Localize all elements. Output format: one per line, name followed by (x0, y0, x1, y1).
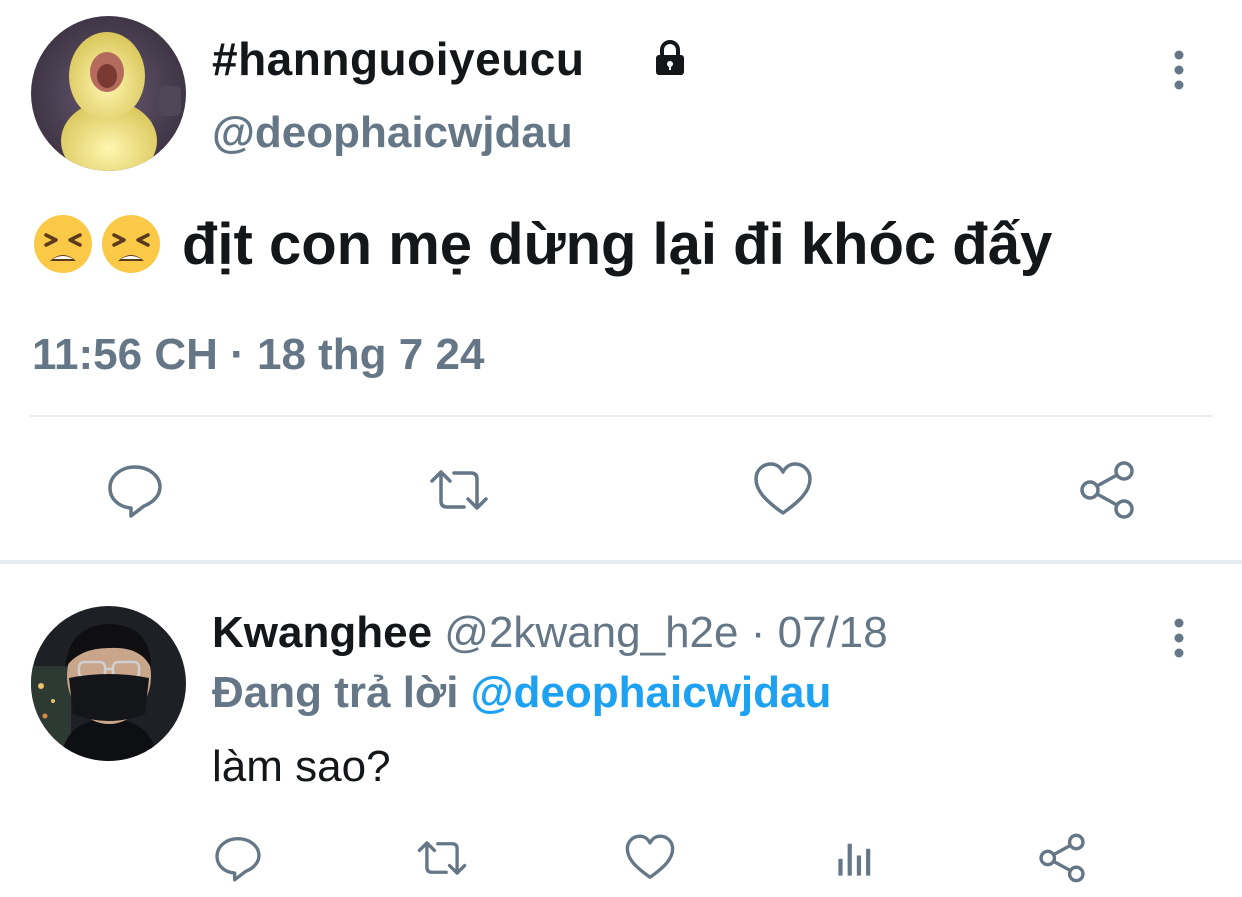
more-vertical-icon[interactable] (1166, 616, 1192, 660)
lock-icon (650, 38, 690, 78)
heart-icon (754, 462, 812, 515)
more-vertical-icon[interactable] (1166, 48, 1192, 92)
main-tweet: #hannguoiyeucu @deophaicwjdau địt con mẹ… (0, 0, 1242, 560)
reply-button[interactable] (104, 459, 166, 521)
timestamp[interactable]: 11:56 CH · 18 thg 7 24 (32, 330, 484, 380)
replying-to: Đang trả lời @deophaicwjdau (212, 668, 831, 718)
reply-tweet[interactable]: Kwanghee @2kwang_h2e · 07/18 Đang trả lờ… (0, 564, 1242, 897)
mention-link[interactable]: @deophaicwjdau (471, 668, 832, 717)
display-name[interactable]: #hannguoiyeucu (212, 32, 584, 86)
avatar[interactable] (31, 16, 186, 171)
analytics-icon (838, 843, 871, 876)
retweet-button[interactable] (416, 832, 468, 884)
reply-header: Kwanghee @2kwang_h2e · 07/18 (212, 608, 888, 658)
comment-icon (108, 465, 162, 518)
retweet-icon (430, 470, 488, 510)
reply-date[interactable]: 07/18 (778, 608, 888, 657)
handle[interactable]: @deophaicwjdau (212, 108, 573, 158)
reply-text: làm sao? (212, 742, 391, 791)
reply-button[interactable] (212, 832, 264, 884)
share-icon (1080, 461, 1134, 519)
separator: · (738, 608, 778, 657)
share-button[interactable] (1076, 459, 1138, 521)
handle[interactable]: @2kwang_h2e (444, 608, 738, 657)
comment-icon (215, 837, 261, 882)
retweet-icon (417, 841, 467, 875)
divider (30, 415, 1212, 417)
replying-prefix: Đang trả lời (212, 668, 471, 717)
heart-icon (625, 834, 675, 879)
tweet-body: địt con mẹ dừng lại đi khóc đấy (182, 211, 1053, 277)
share-button[interactable] (1036, 832, 1088, 884)
like-button[interactable] (752, 459, 814, 521)
tired-face-emoji (32, 213, 94, 275)
display-name[interactable]: Kwanghee (212, 608, 432, 657)
retweet-button[interactable] (428, 459, 490, 521)
tweet-text: địt con mẹ dừng lại đi khóc đấy (32, 206, 1052, 282)
analytics-button[interactable] (830, 832, 882, 884)
tired-face-emoji (100, 213, 162, 275)
share-icon (1039, 833, 1085, 883)
like-button[interactable] (624, 832, 676, 884)
avatar[interactable] (31, 606, 186, 761)
